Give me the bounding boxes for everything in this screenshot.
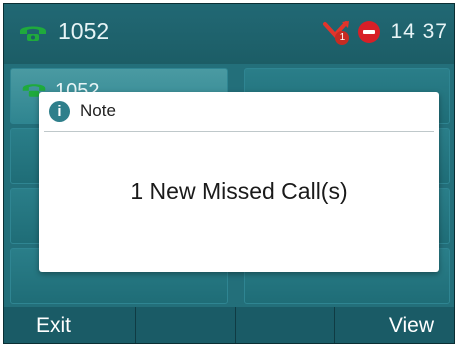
clock: 14 37 bbox=[390, 20, 448, 43]
account-status: 1052 bbox=[18, 18, 109, 45]
exit-softkey[interactable]: Exit bbox=[4, 307, 136, 343]
dialog-title: Note bbox=[80, 101, 116, 120]
phone-icon bbox=[18, 21, 48, 43]
note-dialog: i Note 1 New Missed Call(s) bbox=[39, 92, 439, 272]
dialog-divider bbox=[44, 131, 434, 132]
softkey-2[interactable] bbox=[136, 307, 236, 343]
status-indicators: 1 14 37 bbox=[322, 18, 448, 46]
dialog-header: i Note bbox=[39, 92, 439, 130]
missed-call-icon[interactable]: 1 bbox=[322, 18, 352, 46]
account-number: 1052 bbox=[58, 18, 110, 44]
status-bar: 1052 1 14 37 bbox=[4, 4, 454, 64]
phone-screen: 1052 1 14 37 1052 Exit View i Note 1 New… bbox=[3, 3, 455, 344]
softkey-bar: Exit View bbox=[4, 307, 454, 343]
softkey-3[interactable] bbox=[236, 307, 336, 343]
info-icon: i bbox=[49, 100, 70, 122]
view-softkey[interactable]: View bbox=[335, 307, 454, 343]
dialog-message: 1 New Missed Call(s) bbox=[130, 178, 348, 204]
do-not-disturb-icon bbox=[358, 21, 381, 43]
